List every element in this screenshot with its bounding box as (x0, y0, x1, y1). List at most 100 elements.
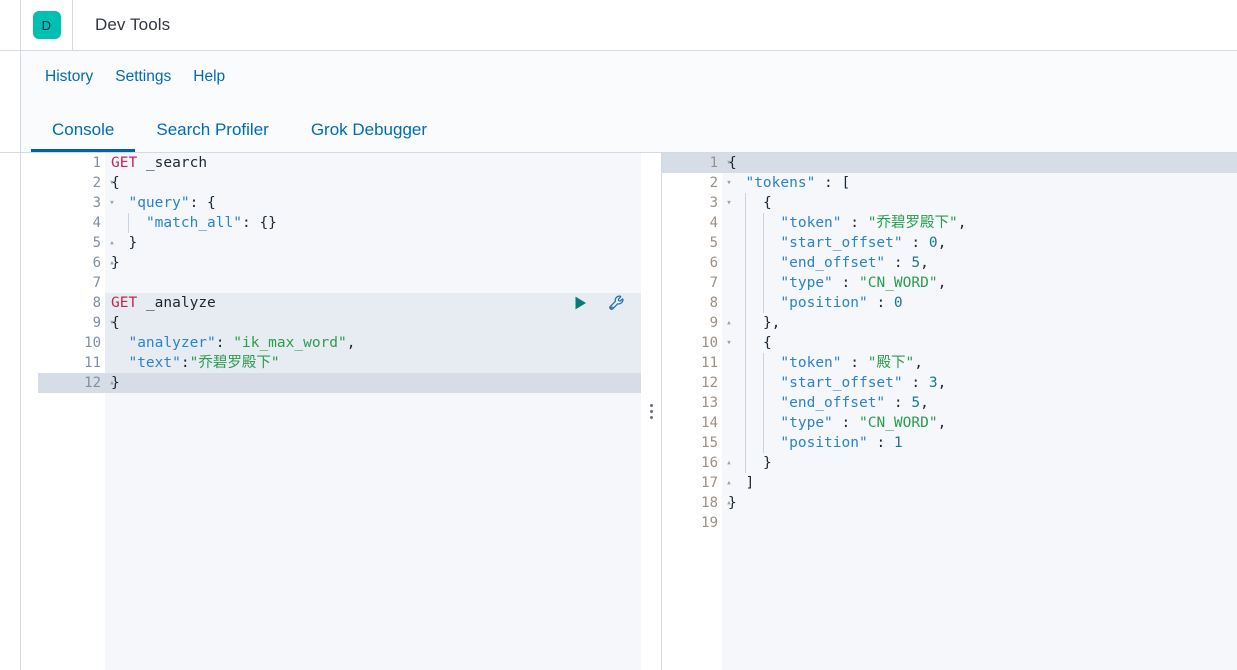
code-line[interactable]: "end_offset" : 5, (722, 253, 1237, 273)
line-number[interactable]: 8 (38, 293, 105, 313)
fold-open-icon[interactable]: ▾ (723, 333, 735, 353)
sub-nav-items: History Settings Help (45, 69, 225, 85)
code-line[interactable]: "start_offset" : 3, (722, 373, 1237, 393)
code-line[interactable]: "text":"乔碧罗殿下" (105, 353, 641, 373)
code-line[interactable]: ] (722, 473, 1237, 493)
line-number[interactable]: 6 ▴ (38, 253, 115, 273)
line-number[interactable]: 10 ▾ (662, 333, 732, 353)
line-number[interactable]: 4 (662, 213, 722, 233)
code-line[interactable]: }, (722, 313, 1237, 333)
fold-close-icon[interactable]: ▴ (106, 373, 118, 393)
line-number[interactable]: 16 ▴ (662, 453, 732, 473)
code-line[interactable]: { (105, 173, 641, 193)
code-line[interactable]: } (105, 233, 641, 253)
line-number[interactable]: 14 (662, 413, 722, 433)
code-line[interactable]: "analyzer": "ik_max_word", (105, 333, 641, 353)
line-number[interactable]: 7 (662, 273, 722, 293)
code-line[interactable]: { (722, 153, 1237, 173)
fold-open-icon[interactable]: ▾ (723, 153, 735, 173)
line-number[interactable]: 12 (662, 373, 722, 393)
editor-empty-space[interactable] (722, 533, 1237, 670)
sub-nav-item-history[interactable]: History (45, 69, 93, 85)
response-viewer-code[interactable]: { "tokens" : [ { "token" : "乔碧罗殿下", "sta… (722, 153, 1237, 670)
code-line[interactable]: GET _search (105, 153, 641, 173)
request-editor-code[interactable]: GET _search{ "query": { "match_all": {} … (105, 153, 641, 670)
code-line[interactable] (722, 513, 1237, 533)
fold-open-icon[interactable]: ▾ (106, 313, 118, 333)
line-number[interactable]: 1 (38, 153, 105, 173)
fold-close-icon[interactable]: ▴ (106, 233, 118, 253)
line-number[interactable]: 9 ▾ (38, 313, 115, 333)
line-number[interactable]: 17 ▴ (662, 473, 732, 493)
tab-search-profiler[interactable]: Search Profiler (135, 121, 289, 152)
tab-console[interactable]: Console (31, 121, 136, 152)
app-logo-cell[interactable]: D (21, 0, 73, 51)
fold-close-icon[interactable]: ▴ (106, 253, 118, 273)
fold-open-icon[interactable]: ▾ (723, 193, 735, 213)
line-number[interactable]: 11 (662, 353, 722, 373)
line-number[interactable]: 11 (38, 353, 105, 373)
fold-close-icon[interactable]: ▴ (723, 473, 735, 493)
line-number[interactable]: 2 ▾ (38, 173, 115, 193)
code-line[interactable]: "token" : "乔碧罗殿下", (722, 213, 1237, 233)
line-number[interactable]: 1 ▾ (662, 153, 732, 173)
code-line[interactable]: } (722, 493, 1237, 513)
request-editor-pane[interactable]: 1 2 ▾ 3 ▾ 4 5 ▴ 6 ▴ 7 8 9 ▾ 10 11 12 ▴ GET _search{ "quer… (21, 153, 641, 670)
editor-empty-space[interactable] (105, 393, 641, 670)
secondary-nav: History Settings Help (0, 51, 1237, 102)
code-line[interactable]: "match_all": {} (105, 213, 641, 233)
fold-close-icon[interactable]: ▴ (723, 313, 735, 333)
tab-grok-debugger[interactable]: Grok Debugger (290, 121, 448, 152)
line-number[interactable]: 9 ▴ (662, 313, 732, 333)
request-editor-gutter[interactable]: 1 2 ▾ 3 ▾ 4 5 ▴ 6 ▴ 7 8 9 ▾ 10 11 12 ▴ (38, 153, 115, 670)
line-number[interactable]: 19 (662, 513, 722, 533)
line-number[interactable]: 18 ▴ (662, 493, 732, 513)
code-line[interactable]: "start_offset" : 0, (722, 233, 1237, 253)
code-line[interactable]: "token" : "殿下", (722, 353, 1237, 373)
code-line[interactable]: } (105, 373, 641, 393)
sub-nav-item-settings[interactable]: Settings (115, 69, 171, 85)
line-number[interactable]: 13 (662, 393, 722, 413)
app-header: D Dev Tools (0, 0, 1237, 51)
code-line[interactable]: "query": { (105, 193, 641, 213)
line-number[interactable]: 2 ▾ (662, 173, 732, 193)
response-viewer-gutter[interactable]: 1 ▾ 2 ▾ 3 ▾ 4 5 6 7 8 9 ▴ 10 ▾ 11 12 13 14 15 16 ▴ 17 ▴ 18 ▴ 19 (662, 153, 732, 670)
line-number[interactable]: 4 (38, 213, 105, 233)
fold-close-icon[interactable]: ▴ (723, 493, 735, 513)
console-editor-region: 1 2 ▾ 3 ▾ 4 5 ▴ 6 ▴ 7 8 9 ▾ 10 11 12 ▴ GET _search{ "quer… (0, 153, 1237, 670)
line-number[interactable]: 12 ▴ (38, 373, 115, 393)
code-line[interactable]: "position" : 0 (722, 293, 1237, 313)
line-number[interactable]: 3 ▾ (662, 193, 732, 213)
fold-open-icon[interactable]: ▾ (106, 173, 118, 193)
line-number[interactable]: 6 (662, 253, 722, 273)
response-viewer-pane[interactable]: 1 ▾ 2 ▾ 3 ▾ 4 5 6 7 8 9 ▴ 10 ▾ 11 12 13 14 15 16 ▴ 17 ▴ 18 ▴ 19 { … (662, 153, 1237, 670)
code-line[interactable]: { (722, 333, 1237, 353)
code-line[interactable]: { (722, 193, 1237, 213)
line-number[interactable]: 7 (38, 273, 105, 293)
code-line[interactable]: } (722, 453, 1237, 473)
fold-close-icon[interactable]: ▴ (723, 453, 735, 473)
fold-open-icon[interactable]: ▾ (106, 193, 118, 213)
line-number[interactable]: 10 (38, 333, 105, 353)
code-line[interactable] (105, 273, 641, 293)
code-line[interactable]: "tokens" : [ (722, 173, 1237, 193)
play-icon[interactable] (570, 293, 590, 313)
sub-nav-left-rail (0, 51, 21, 102)
code-line[interactable]: { (105, 313, 641, 333)
code-line[interactable]: GET _analyze (105, 293, 641, 313)
line-number[interactable]: 15 (662, 433, 722, 453)
sub-nav-item-help[interactable]: Help (193, 69, 225, 85)
tabs: Console Search Profiler Grok Debugger (31, 101, 448, 152)
code-line[interactable]: "type" : "CN_WORD", (722, 273, 1237, 293)
code-line[interactable]: "position" : 1 (722, 433, 1237, 453)
code-line[interactable]: } (105, 253, 641, 273)
line-number[interactable]: 5 ▴ (38, 233, 115, 253)
line-number[interactable]: 3 ▾ (38, 193, 115, 213)
fold-open-icon[interactable]: ▾ (723, 173, 735, 193)
line-number[interactable]: 5 (662, 233, 722, 253)
code-line[interactable]: "end_offset" : 5, (722, 393, 1237, 413)
pane-splitter[interactable] (641, 153, 662, 670)
code-line[interactable]: "type" : "CN_WORD", (722, 413, 1237, 433)
line-number[interactable]: 8 (662, 293, 722, 313)
wrench-icon[interactable] (607, 293, 627, 313)
